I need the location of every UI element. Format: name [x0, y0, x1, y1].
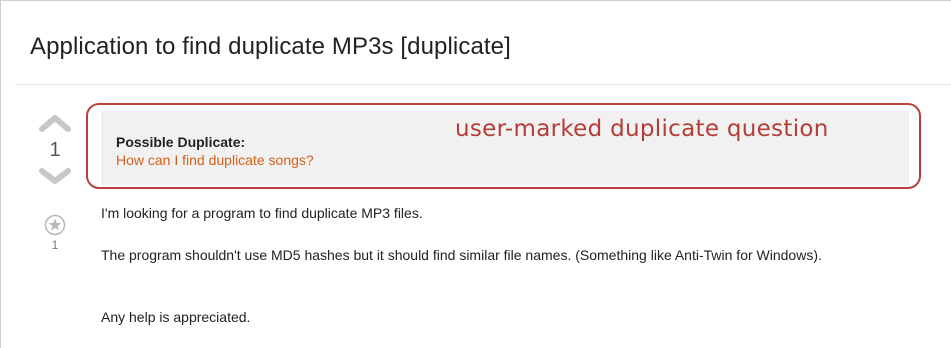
vote-cell: 1 1: [37, 113, 73, 252]
arrow-up-icon[interactable]: [38, 113, 72, 133]
star-icon[interactable]: [44, 214, 66, 236]
body-paragraph: Any help is appreciated.: [101, 309, 251, 325]
vote-count: 1: [49, 139, 61, 161]
body-paragraph: I'm looking for a program to find duplic…: [101, 205, 423, 221]
arrow-down-icon[interactable]: [38, 166, 72, 186]
question-page: Application to find duplicate MP3s [dupl…: [0, 0, 951, 348]
title-divider: [15, 84, 951, 85]
question-title[interactable]: Application to find duplicate MP3s [dupl…: [30, 33, 511, 61]
annotation-label: user-marked duplicate question: [455, 116, 829, 142]
favorite-count: 1: [51, 238, 59, 252]
body-paragraph: The program shouldn't use MD5 hashes but…: [101, 247, 822, 263]
